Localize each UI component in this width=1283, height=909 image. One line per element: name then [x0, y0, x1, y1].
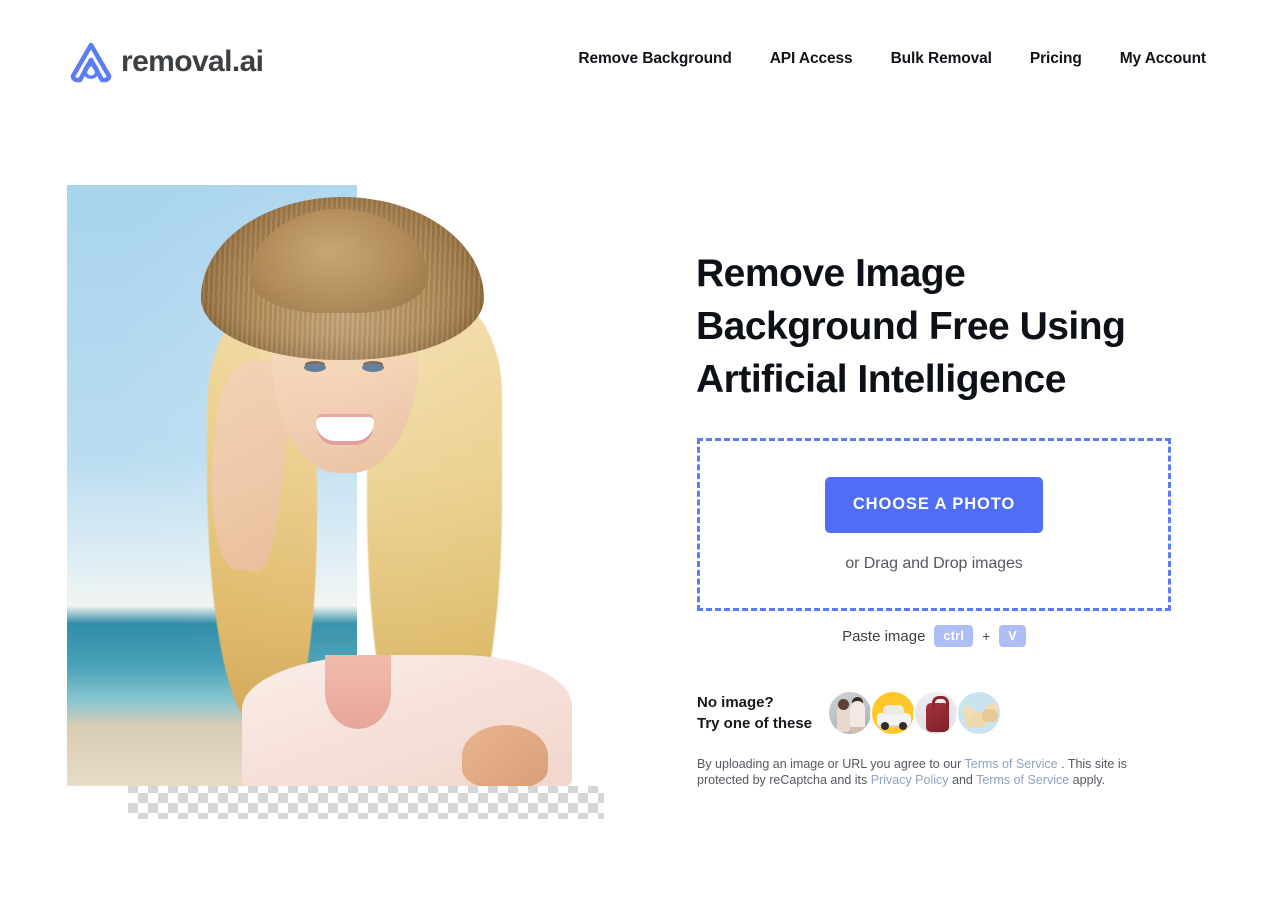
nav-item-my-account[interactable]: My Account [1101, 50, 1225, 68]
legal-disclaimer: By uploading an image or URL you agree t… [697, 756, 1137, 788]
terms-of-service-link-1[interactable]: Terms of Service [965, 757, 1058, 771]
eye-left [304, 363, 326, 372]
hero-photo [67, 185, 604, 786]
drag-and-drop-hint: or Drag and Drop images [845, 554, 1023, 572]
couple-head-right-icon [852, 697, 863, 708]
sample-thumbnail-couple[interactable] [827, 690, 873, 736]
car-wheel-front-icon [881, 722, 889, 730]
key-v[interactable]: V [999, 625, 1026, 647]
chest-vneck [325, 655, 391, 729]
paste-image-row: Paste image ctrl + V [697, 625, 1171, 647]
privacy-policy-link[interactable]: Privacy Policy [871, 773, 949, 787]
legal-part-1: By uploading an image or URL you agree t… [697, 757, 965, 771]
page-title: Remove Image Background Free Using Artif… [696, 252, 1126, 401]
legal-part-4: apply. [1069, 773, 1106, 787]
smile-mouth [316, 417, 374, 441]
page-root: removal.ai Remove Background API Access … [0, 0, 1283, 909]
sample-thumbnail-backpack[interactable] [913, 690, 959, 736]
upload-dropzone[interactable]: CHOOSE A PHOTO or Drag and Drop images [697, 438, 1171, 611]
dog-head-right-icon [986, 703, 998, 715]
legal-part-3: and [948, 773, 977, 787]
knee [462, 725, 548, 786]
key-ctrl[interactable]: ctrl [934, 625, 974, 647]
couple-head-left-icon [838, 699, 849, 710]
removal-ai-logo-icon [67, 38, 115, 86]
photo-subject-woman [67, 185, 604, 786]
sample-thumbnail-dogs[interactable] [956, 690, 1002, 736]
car-wheel-rear-icon [899, 722, 907, 730]
sample-images-label: No image? Try one of these [697, 692, 827, 734]
nav-item-pricing[interactable]: Pricing [1011, 50, 1101, 68]
paste-image-label: Paste image [842, 627, 926, 645]
dog-head-left-icon [963, 706, 974, 717]
eye-right [362, 363, 384, 372]
sample-images-section: No image? Try one of these [697, 690, 1002, 736]
nav-item-bulk-removal[interactable]: Bulk Removal [872, 50, 1011, 68]
brand-name: removal.ai [121, 45, 264, 78]
nav-item-api-access[interactable]: API Access [751, 50, 872, 68]
hero-before-after-image [67, 185, 604, 819]
sample-thumbnail-list [827, 690, 1002, 736]
site-header: removal.ai Remove Background API Access … [0, 0, 1283, 125]
main-navigation: Remove Background API Access Bulk Remova… [559, 50, 1225, 68]
brand-logo[interactable]: removal.ai [67, 38, 264, 86]
nav-item-remove-background[interactable]: Remove Background [559, 50, 750, 68]
sample-thumbnail-car[interactable] [870, 690, 916, 736]
terms-of-service-link-2[interactable]: Terms of Service [976, 773, 1069, 787]
choose-photo-button[interactable]: CHOOSE A PHOTO [825, 476, 1043, 533]
key-plus-separator: + [982, 628, 991, 644]
sample-label-line1: No image? [697, 694, 774, 711]
sample-label-line2: Try one of these [697, 715, 813, 732]
